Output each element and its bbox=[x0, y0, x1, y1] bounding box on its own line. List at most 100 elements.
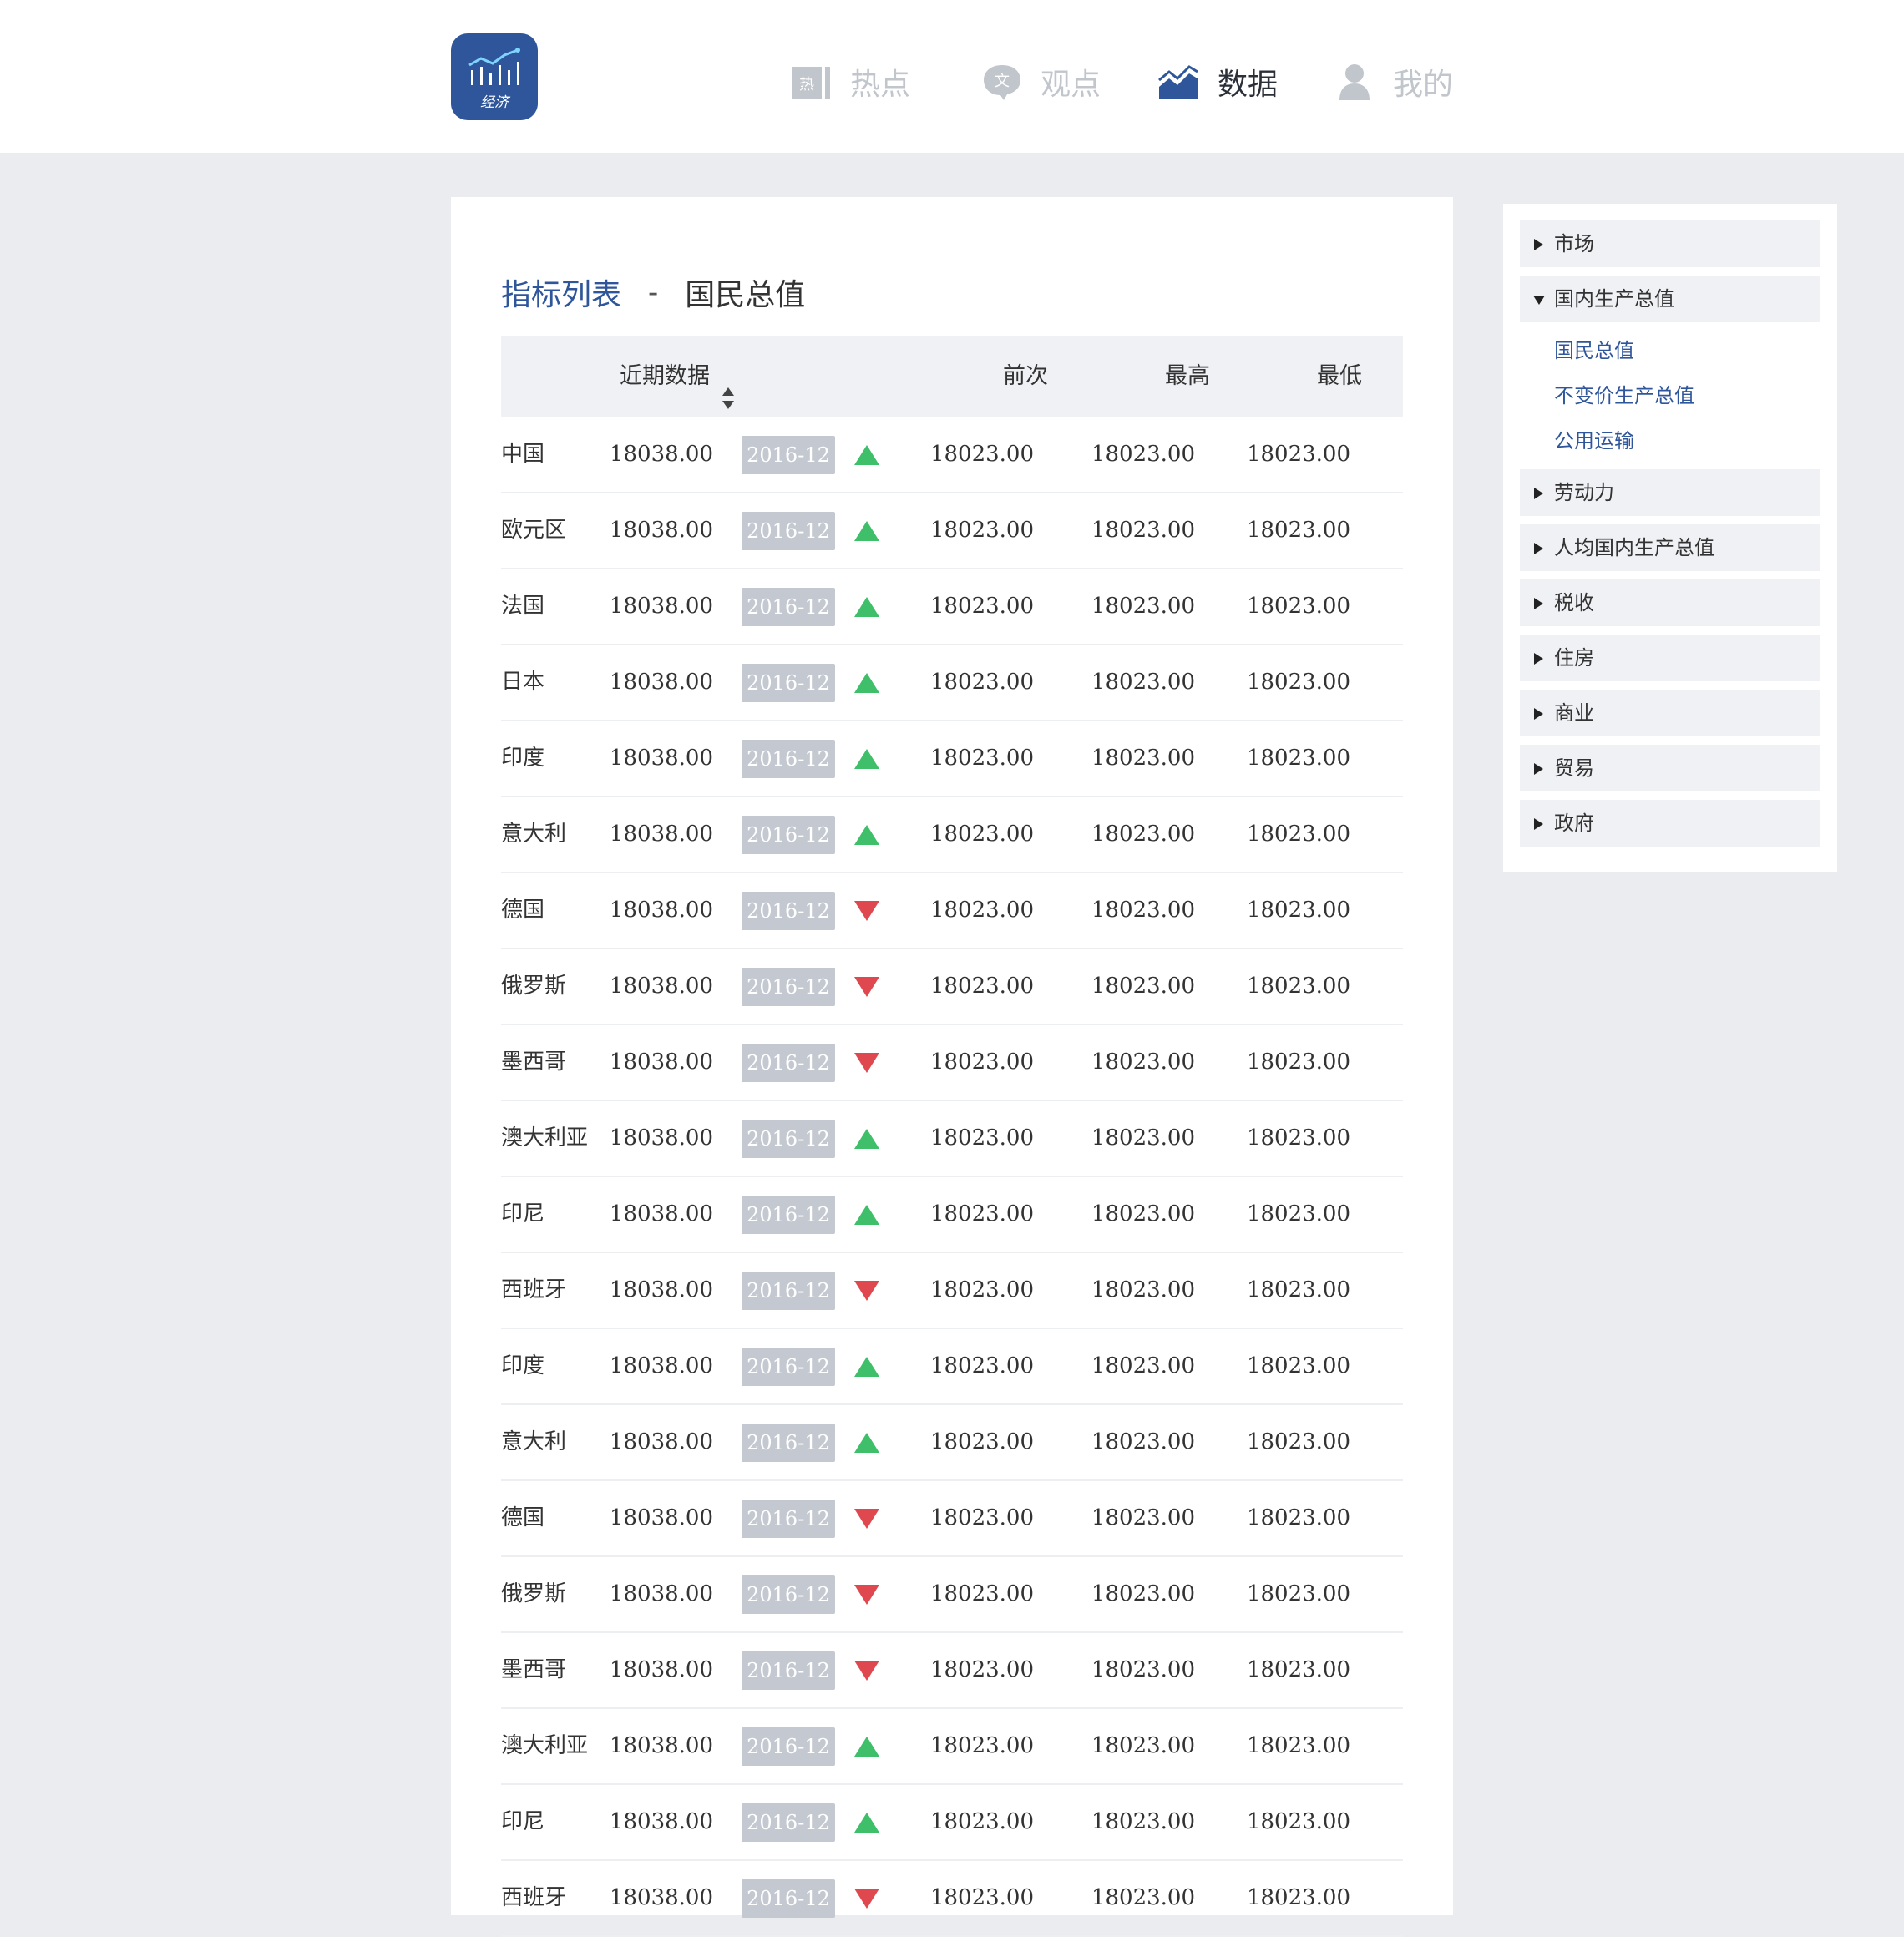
table-row[interactable]: 德国 18038.00 2016-12 18023.00 18023.00 18023.0… bbox=[501, 1481, 1403, 1557]
high-value-cell: 18023.00 bbox=[1091, 898, 1195, 923]
high-value-cell: 18023.00 bbox=[1091, 1277, 1195, 1302]
caret-right-icon bbox=[1533, 707, 1544, 720]
country-cell: 印度 bbox=[501, 1353, 545, 1378]
table-row[interactable]: 日本 18038.00 2016-12 18023.00 18023.00 18023.0… bbox=[501, 645, 1403, 721]
nav-item-data[interactable]: 数据 bbox=[1157, 57, 1278, 107]
column-prev-header: 前次 bbox=[1003, 363, 1048, 389]
logo-text: 经济 bbox=[480, 94, 511, 111]
recent-value-cell: 18038.00 bbox=[609, 1125, 713, 1151]
table-row[interactable]: 俄罗斯 18038.00 2016-12 18023.00 18023.00 18023.… bbox=[501, 949, 1403, 1025]
app-logo[interactable]: 经济 bbox=[451, 33, 538, 120]
sidebar-subitem[interactable]: 不变价生产总值 bbox=[1554, 379, 1694, 412]
date-badge: 2016-12 bbox=[742, 512, 835, 550]
trend-up-icon bbox=[853, 1356, 880, 1378]
low-value-cell: 18023.00 bbox=[1246, 442, 1350, 467]
high-value-cell: 18023.00 bbox=[1091, 1125, 1195, 1151]
sidebar-item[interactable]: 贸易 bbox=[1520, 745, 1820, 791]
table-row[interactable]: 中国 18038.00 2016-12 18023.00 18023.00 18023.0… bbox=[501, 417, 1403, 493]
table-row[interactable]: 澳大利亚 18038.00 2016-12 18023.00 18023.00 18023… bbox=[501, 1709, 1403, 1785]
high-value-cell: 18023.00 bbox=[1091, 1809, 1195, 1834]
trend-down-icon bbox=[853, 1508, 880, 1530]
country-cell: 意大利 bbox=[501, 822, 567, 847]
table-row[interactable]: 西班牙 18038.00 2016-12 18023.00 18023.00 18023.… bbox=[501, 1253, 1403, 1329]
nav-item-opinion[interactable]: 文 观点 bbox=[980, 57, 1101, 107]
table-row[interactable]: 印尼 18038.00 2016-12 18023.00 18023.00 18023.0… bbox=[501, 1177, 1403, 1253]
caret-right-icon bbox=[1533, 238, 1544, 250]
high-value-cell: 18023.00 bbox=[1091, 670, 1195, 695]
table-row[interactable]: 俄罗斯 18038.00 2016-12 18023.00 18023.00 18023.… bbox=[501, 1557, 1403, 1633]
sidebar-item[interactable]: 政府 bbox=[1520, 800, 1820, 847]
table-row[interactable]: 澳大利亚 18038.00 2016-12 18023.00 18023.00 18023… bbox=[501, 1101, 1403, 1177]
low-value-cell: 18023.00 bbox=[1246, 1429, 1350, 1454]
prev-value-cell: 18023.00 bbox=[929, 746, 1034, 771]
country-cell: 澳大利亚 bbox=[501, 1125, 589, 1151]
date-badge: 2016-12 bbox=[742, 1120, 835, 1158]
prev-value-cell: 18023.00 bbox=[929, 898, 1034, 923]
recent-value-cell: 18038.00 bbox=[609, 1201, 713, 1226]
table-row[interactable]: 德国 18038.00 2016-12 18023.00 18023.00 18023.0… bbox=[501, 873, 1403, 949]
sidebar-item[interactable]: 商业 bbox=[1520, 690, 1820, 736]
country-cell: 澳大利亚 bbox=[501, 1733, 589, 1758]
low-value-cell: 18023.00 bbox=[1246, 1581, 1350, 1606]
recent-value-cell: 18038.00 bbox=[609, 1429, 713, 1454]
table-row[interactable]: 墨西哥 18038.00 2016-12 18023.00 18023.00 18023.… bbox=[501, 1025, 1403, 1101]
prev-value-cell: 18023.00 bbox=[929, 1733, 1034, 1758]
table-row[interactable]: 意大利 18038.00 2016-12 18023.00 18023.00 18023.… bbox=[501, 1405, 1403, 1481]
prev-value-cell: 18023.00 bbox=[929, 1201, 1034, 1226]
low-value-cell: 18023.00 bbox=[1246, 1353, 1350, 1378]
sidebar-subitem[interactable]: 国民总值 bbox=[1554, 334, 1634, 367]
prev-value-cell: 18023.00 bbox=[929, 1505, 1034, 1530]
main-panel: 指标列表 - 国民总值 近期数据 前次 最高 最低 中国 18038.00 2016… bbox=[451, 197, 1453, 1937]
prev-value-cell: 18023.00 bbox=[929, 518, 1034, 543]
sidebar-item[interactable]: 税收 bbox=[1520, 579, 1820, 626]
country-cell: 中国 bbox=[501, 442, 545, 467]
table-row[interactable]: 法国 18038.00 2016-12 18023.00 18023.00 18023.0… bbox=[501, 569, 1403, 645]
high-value-cell: 18023.00 bbox=[1091, 1885, 1195, 1910]
table-row[interactable]: 墨西哥 18038.00 2016-12 18023.00 18023.00 18023.… bbox=[501, 1633, 1403, 1709]
svg-text:热: 热 bbox=[799, 76, 814, 94]
user-icon bbox=[1333, 60, 1376, 104]
nav-item-mine[interactable]: 我的 bbox=[1333, 57, 1453, 107]
sidebar-item-label: 商业 bbox=[1554, 701, 1594, 725]
sidebar-item[interactable]: 劳动力 bbox=[1520, 469, 1820, 516]
caret-right-icon bbox=[1533, 652, 1544, 665]
table-row[interactable]: 印度 18038.00 2016-12 18023.00 18023.00 18023.0… bbox=[501, 1329, 1403, 1405]
column-recent-header[interactable]: 近期数据 bbox=[620, 336, 735, 417]
recent-value-cell: 18038.00 bbox=[609, 1733, 713, 1758]
trend-down-icon bbox=[853, 900, 880, 922]
sidebar-item[interactable]: 人均国内生产总值 bbox=[1520, 524, 1820, 571]
prev-value-cell: 18023.00 bbox=[929, 1581, 1034, 1606]
breadcrumb-indicator-list[interactable]: 指标列表 bbox=[501, 271, 621, 314]
sidebar-subitem[interactable]: 公用运输 bbox=[1554, 424, 1634, 458]
table-row[interactable]: 印尼 18038.00 2016-12 18023.00 18023.00 18023.0… bbox=[501, 1785, 1403, 1861]
prev-value-cell: 18023.00 bbox=[929, 1353, 1034, 1378]
table-row[interactable]: 意大利 18038.00 2016-12 18023.00 18023.00 18023.… bbox=[501, 797, 1403, 873]
data-chart-icon bbox=[1157, 60, 1201, 104]
table-row[interactable]: 西班牙 18038.00 2016-12 18023.00 18023.00 18023.… bbox=[501, 1861, 1403, 1937]
caret-right-icon bbox=[1533, 762, 1544, 775]
table-row[interactable]: 欧元区 18038.00 2016-12 18023.00 18023.00 18023.… bbox=[501, 493, 1403, 569]
sidebar-item[interactable]: 国内生产总值 bbox=[1520, 276, 1820, 322]
trend-up-icon bbox=[853, 1736, 880, 1757]
date-badge: 2016-12 bbox=[742, 816, 835, 854]
country-cell: 西班牙 bbox=[501, 1885, 567, 1910]
country-cell: 墨西哥 bbox=[501, 1657, 567, 1682]
column-low-header: 最低 bbox=[1317, 363, 1362, 389]
high-value-cell: 18023.00 bbox=[1091, 746, 1195, 771]
nav-item-hot[interactable]: 热 热点 bbox=[790, 57, 910, 107]
trend-down-icon bbox=[853, 976, 880, 998]
date-badge: 2016-12 bbox=[742, 1424, 835, 1462]
country-cell: 德国 bbox=[501, 898, 545, 923]
low-value-cell: 18023.00 bbox=[1246, 1049, 1350, 1075]
low-value-cell: 18023.00 bbox=[1246, 1809, 1350, 1834]
sidebar-item[interactable]: 住房 bbox=[1520, 635, 1820, 681]
low-value-cell: 18023.00 bbox=[1246, 594, 1350, 619]
sort-icon[interactable] bbox=[722, 363, 735, 409]
country-cell: 俄罗斯 bbox=[501, 974, 567, 999]
date-badge: 2016-12 bbox=[742, 968, 835, 1006]
table-row[interactable]: 印度 18038.00 2016-12 18023.00 18023.00 18023.0… bbox=[501, 721, 1403, 797]
high-value-cell: 18023.00 bbox=[1091, 518, 1195, 543]
trend-up-icon bbox=[853, 824, 880, 846]
sidebar-item[interactable]: 市场 bbox=[1520, 220, 1820, 267]
prev-value-cell: 18023.00 bbox=[929, 442, 1034, 467]
